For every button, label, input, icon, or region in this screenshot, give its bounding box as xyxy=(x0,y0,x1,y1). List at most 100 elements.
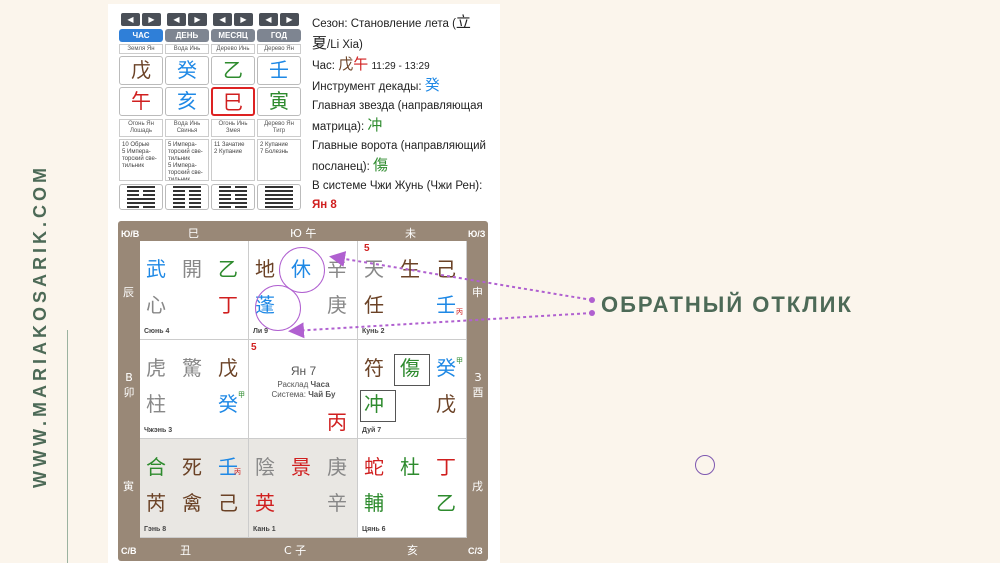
palace-glyph: 癸 xyxy=(218,392,238,416)
prev-arrow-icon[interactable]: ◀ xyxy=(167,13,186,26)
hexagram-icon xyxy=(165,184,209,210)
hexagram-line xyxy=(219,198,247,200)
palace-glyph: 辛 xyxy=(327,491,347,515)
next-arrow-icon[interactable]: ▶ xyxy=(188,13,207,26)
palace-glyph: 壬 xyxy=(436,293,456,317)
palace-glyph: 杜 xyxy=(400,455,420,479)
hexagram-line xyxy=(127,186,155,188)
palace-name: Гэнь 8 xyxy=(144,526,167,533)
palace-sub-glyph: 丙 xyxy=(234,469,241,476)
prev-arrow-icon[interactable]: ◀ xyxy=(213,13,232,26)
hexagram-line xyxy=(219,206,247,208)
palace-glyph: 癸 xyxy=(436,356,456,380)
pillar-notes: 2 Купание 7 Болезнь xyxy=(257,139,301,181)
top-label-1: 巳 xyxy=(188,227,199,240)
palace-glyph: 辛 xyxy=(327,257,347,281)
bottom-label-3: 亥 xyxy=(407,544,418,557)
pillar-tab[interactable]: МЕСЯЦ xyxy=(211,29,255,42)
bottom-label-2: С 子 xyxy=(284,544,307,557)
right-label-3: 戌 xyxy=(472,480,483,493)
hexagram-line xyxy=(265,202,293,204)
pillar-nav: ◀ ▶ xyxy=(165,13,209,26)
palace-number: 5 xyxy=(364,243,370,254)
next-arrow-icon[interactable]: ▶ xyxy=(142,13,161,26)
prev-arrow-icon[interactable]: ◀ xyxy=(121,13,140,26)
pillar-description: Вода Инь Свинья xyxy=(165,119,209,137)
palace-glyph: 景 xyxy=(291,455,311,479)
center-system: Система: Чай Бу xyxy=(271,390,336,399)
pillar-notes: 10 Обрые 5 Импера-торский све-тильник xyxy=(119,139,163,181)
palace-glyph: 虎 xyxy=(146,356,166,380)
hexagram-line xyxy=(265,194,293,196)
pillar-notes: 11 Зачатие 2 Купание xyxy=(211,139,255,181)
palace-glyph: 輔 xyxy=(364,491,384,515)
palace-5: 合死壬芮禽己丙 Гэнь 8 xyxy=(140,439,249,538)
next-arrow-icon[interactable]: ▶ xyxy=(280,13,299,26)
palace-glyph: 己 xyxy=(436,257,456,281)
palace-3: 虎驚戊柱 癸甲 Чжэнь 3 xyxy=(140,340,249,439)
palace-glyph: 芮 xyxy=(146,491,166,515)
pillar-notes: 5 Импера-торский све-тильник 5 Импера-то… xyxy=(165,139,209,181)
decorative-circle xyxy=(695,455,715,475)
hexagram-line xyxy=(219,186,247,188)
season-line: Сезон: Становление лета (立夏/Li Xia) xyxy=(312,13,471,52)
pillar-2: ◀ ▶ МЕСЯЦ Дерево Инь 乙巳 Огонь Инь Змея 11 Зача… xyxy=(211,13,255,210)
pillar-description: Огонь Инь Змея xyxy=(211,119,255,137)
pillar-tab[interactable]: ГОД xyxy=(257,29,301,42)
hexagram-line xyxy=(219,202,247,204)
palace-glyph: 合 xyxy=(146,455,166,479)
palace-sub-glyph: 甲 xyxy=(238,392,245,399)
palace-glyph: 驚 xyxy=(182,356,202,380)
palace-glyph: 庚 xyxy=(327,293,347,317)
palace-6: 陰景庚英 辛 Кань 1 xyxy=(249,439,358,538)
hexagram-line xyxy=(173,186,201,188)
palace-glyph: 戊 xyxy=(218,356,238,380)
palace-0: 武開乙心 丁 Сюнь 4 xyxy=(140,241,249,340)
palace-glyph: 心 xyxy=(146,293,166,317)
pillar-nav: ◀ ▶ xyxy=(119,13,163,26)
pillar-description: Огонь Ян Лошадь xyxy=(119,119,163,137)
palace-glyph: 開 xyxy=(182,257,202,281)
palace-glyph: 天 xyxy=(364,257,384,281)
prev-arrow-icon[interactable]: ◀ xyxy=(259,13,278,26)
pillar-0: ◀ ▶ ЧАС Земля Ян 戊午 Огонь Ян Лошадь 10 Обрые 5… xyxy=(119,13,163,210)
highlight-circle xyxy=(255,285,301,331)
palace-name: Кань 1 xyxy=(253,526,276,533)
bottom-label-1: 丑 xyxy=(180,544,191,557)
pillar-branch: 巳 xyxy=(211,87,255,116)
next-arrow-icon[interactable]: ▶ xyxy=(234,13,253,26)
palace-glyph: 丁 xyxy=(436,455,456,479)
gate-line: Главные ворота (направляющий посланец): … xyxy=(312,140,486,174)
hexagram-line xyxy=(127,202,155,204)
hexagram-line xyxy=(127,206,155,208)
palace-name: Цянь 6 xyxy=(362,526,386,533)
center-stem: 丙 xyxy=(327,410,347,434)
palace-glyph: 英 xyxy=(255,491,275,515)
hexagram-line xyxy=(127,198,155,200)
left-label-1: 辰 xyxy=(123,286,134,299)
hexagram-line xyxy=(219,194,247,196)
palace-glyph: 庚 xyxy=(327,455,347,479)
palace-glyph: 己 xyxy=(218,491,238,515)
qimen-board: Ю/В Ю/З С/В С/З 巳 Ю 午 未 丑 С 子 亥 辰 В 卯 寅 … xyxy=(118,221,488,561)
palace-name: Кунь 2 xyxy=(362,328,385,335)
hexagram-line xyxy=(173,202,201,204)
system-line: В системе Чжи Жунь (Чжи Рен): Ян 8 xyxy=(312,180,483,211)
pillar-element: Дерево Инь xyxy=(211,44,255,54)
decade-line: Инструмент декады: 癸 xyxy=(312,76,440,94)
pillar-tab[interactable]: ЧАС xyxy=(119,29,163,42)
corner-se: С/З xyxy=(468,546,483,556)
highlight-box xyxy=(394,354,430,386)
palace-4: 符傷癸冲戊甲 Дуй 7 xyxy=(358,340,467,439)
palace-7: 蛇杜丁輔 乙 Цянь 6 xyxy=(358,439,467,538)
pillar-stem: 乙 xyxy=(211,56,255,85)
hexagram-line xyxy=(127,194,155,196)
palace-glyph: 任 xyxy=(364,293,384,317)
pillar-tab[interactable]: ДЕНЬ xyxy=(165,29,209,42)
right-label-2: З 酉 xyxy=(472,371,484,399)
palace-1: 地休辛蓬庚 Ли 9 xyxy=(249,241,358,340)
info-panel: Сезон: Становление лета (立夏/Li Xia) Час:… xyxy=(312,13,492,215)
palace-grid: 5 Ян 7 Расклад Часа Система: Чай Бу 丙 武開… xyxy=(140,241,467,538)
highlight-box xyxy=(360,390,396,422)
hexagram-line xyxy=(265,206,293,208)
